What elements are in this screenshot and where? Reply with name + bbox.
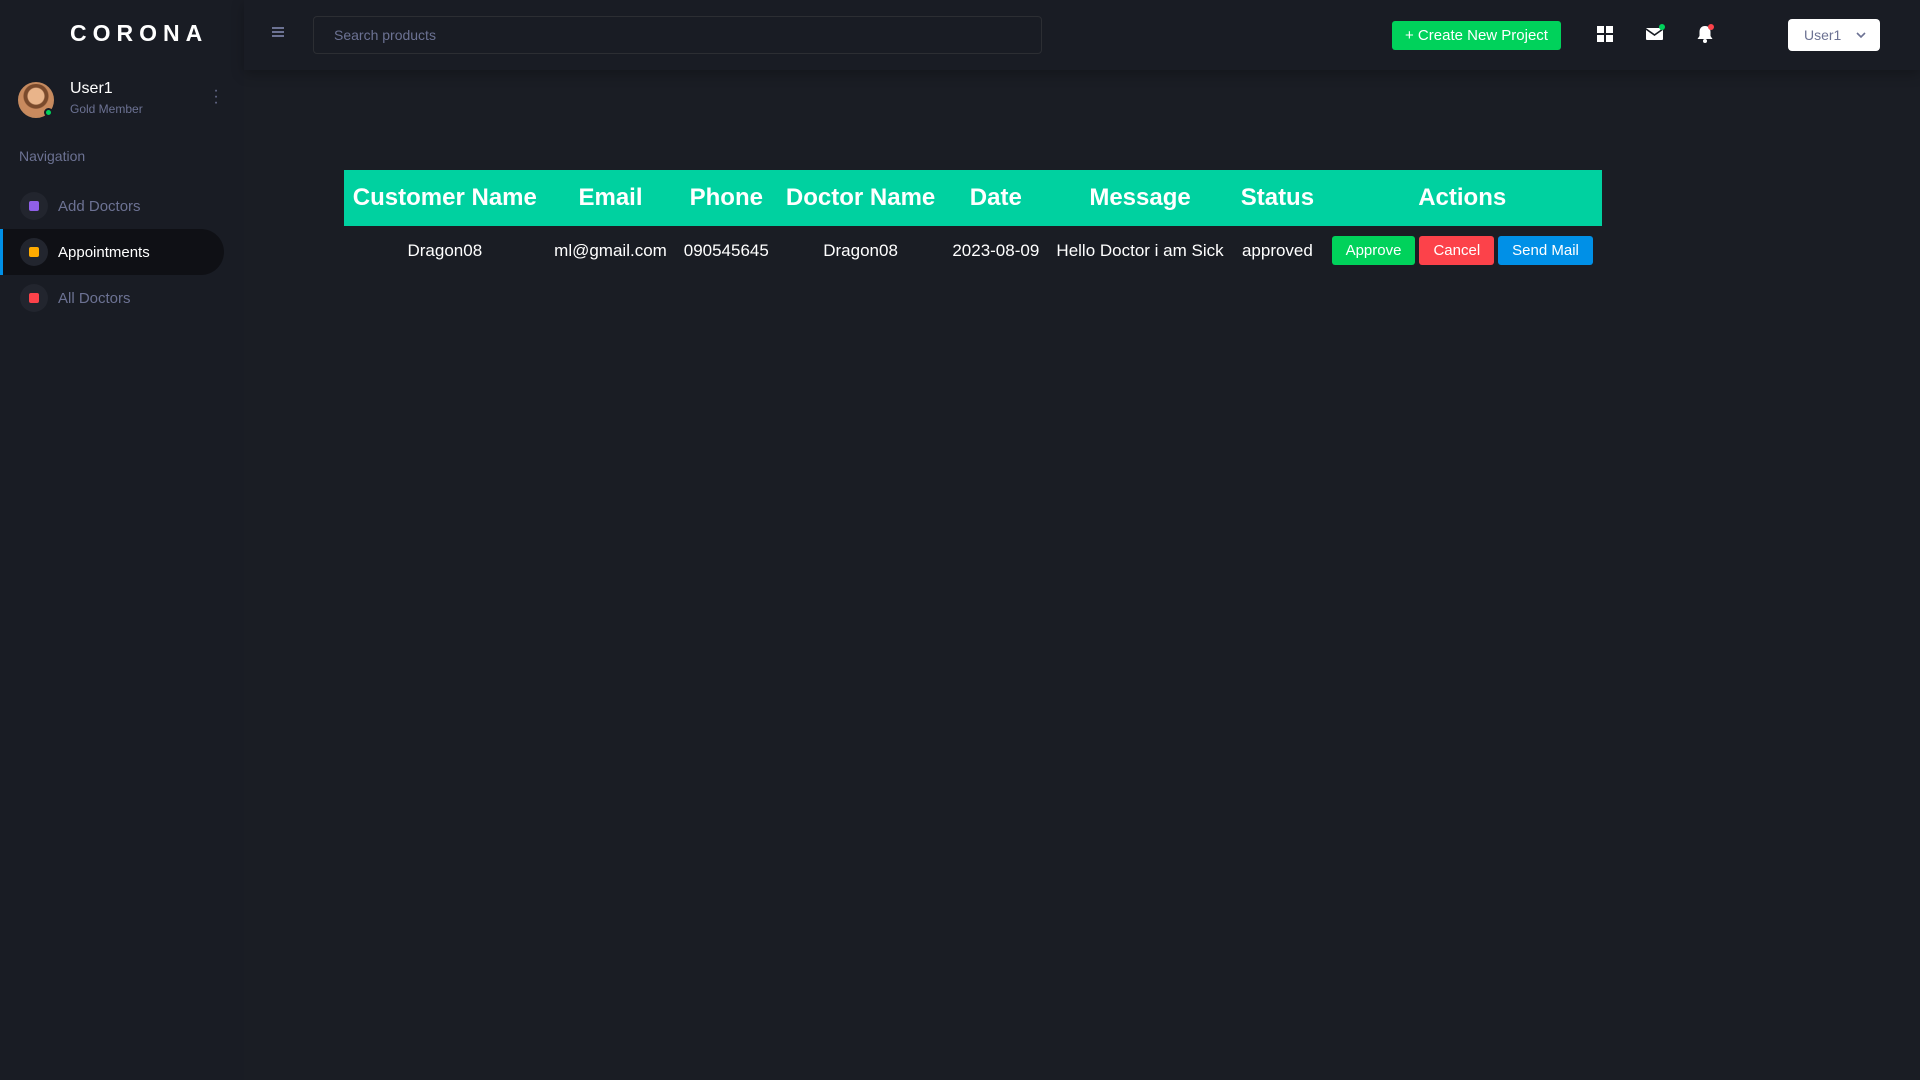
doctor-name-cell: Dragon08 [823, 240, 898, 260]
email-cell: ml@gmail.com [554, 240, 667, 260]
phone-cell: 090545645 [683, 240, 769, 260]
user-profile: User1 Gold Member · · · [18, 80, 228, 120]
column-header: Phone [689, 184, 763, 211]
brand-logo[interactable]: CORONA [70, 20, 208, 47]
status-cell: approved [1241, 240, 1313, 260]
table-row: Dragon08 ml@gmail.com 090545645 Dragon08… [344, 226, 1602, 275]
mail-icon[interactable] [1644, 23, 1666, 45]
sidebar-item-label: Appointments [58, 243, 150, 261]
sidebar-item-all-doctors[interactable]: All Doctors [0, 275, 224, 321]
topbar: + Create New Project User1 [244, 0, 1920, 70]
nav-title: Navigation [19, 148, 86, 164]
search-input[interactable] [313, 16, 1042, 54]
approve-button[interactable]: Approve [1331, 236, 1416, 265]
profile-role: Gold Member [70, 102, 143, 116]
sidebar-item-label: Add Doctors [58, 197, 141, 215]
cancel-button[interactable]: Cancel [1419, 236, 1495, 265]
column-header: Message [1089, 184, 1191, 211]
grid-icon[interactable] [1594, 23, 1616, 45]
column-header: Customer Name [352, 184, 537, 211]
column-header: Actions [1418, 184, 1507, 211]
menu-toggle-icon[interactable] [272, 27, 284, 37]
list-icon [20, 284, 48, 312]
chevron-down-icon [1856, 32, 1866, 39]
list-icon [20, 192, 48, 220]
message-cell: Hello Doctor i am Sick [1056, 240, 1224, 260]
create-project-button[interactable]: + Create New Project [1392, 21, 1561, 50]
column-header: Doctor Name [785, 184, 936, 211]
profile-name: User1 [70, 80, 113, 97]
sidebar-item-label: All Doctors [58, 289, 131, 307]
column-header: Date [969, 184, 1022, 211]
user-dropdown[interactable]: User1 [1788, 19, 1880, 51]
column-header: Email [578, 184, 643, 211]
actions-cell: Approve Cancel Send Mail [1322, 226, 1602, 275]
list-icon [20, 238, 48, 266]
column-header: Status [1240, 184, 1315, 211]
bell-icon[interactable] [1694, 23, 1716, 45]
table-header-row: Customer Name Email Phone Doctor Name Da… [344, 170, 1602, 226]
sidebar: CORONA User1 Gold Member · · · Navigation … [0, 0, 244, 1080]
more-vertical-icon[interactable]: · · · [210, 83, 222, 111]
send-mail-button[interactable]: Send Mail [1498, 236, 1593, 265]
online-status-dot [44, 108, 53, 117]
customer-name-cell: Dragon08 [407, 240, 483, 260]
appointments-table: Customer Name Email Phone Doctor Name Da… [344, 170, 1602, 275]
date-cell: 2023-08-09 [952, 240, 1040, 260]
user-dropdown-label: User1 [1804, 27, 1842, 43]
sidebar-item-appointments[interactable]: Appointments [0, 229, 224, 275]
sidebar-item-add-doctors[interactable]: Add Doctors [0, 183, 224, 229]
